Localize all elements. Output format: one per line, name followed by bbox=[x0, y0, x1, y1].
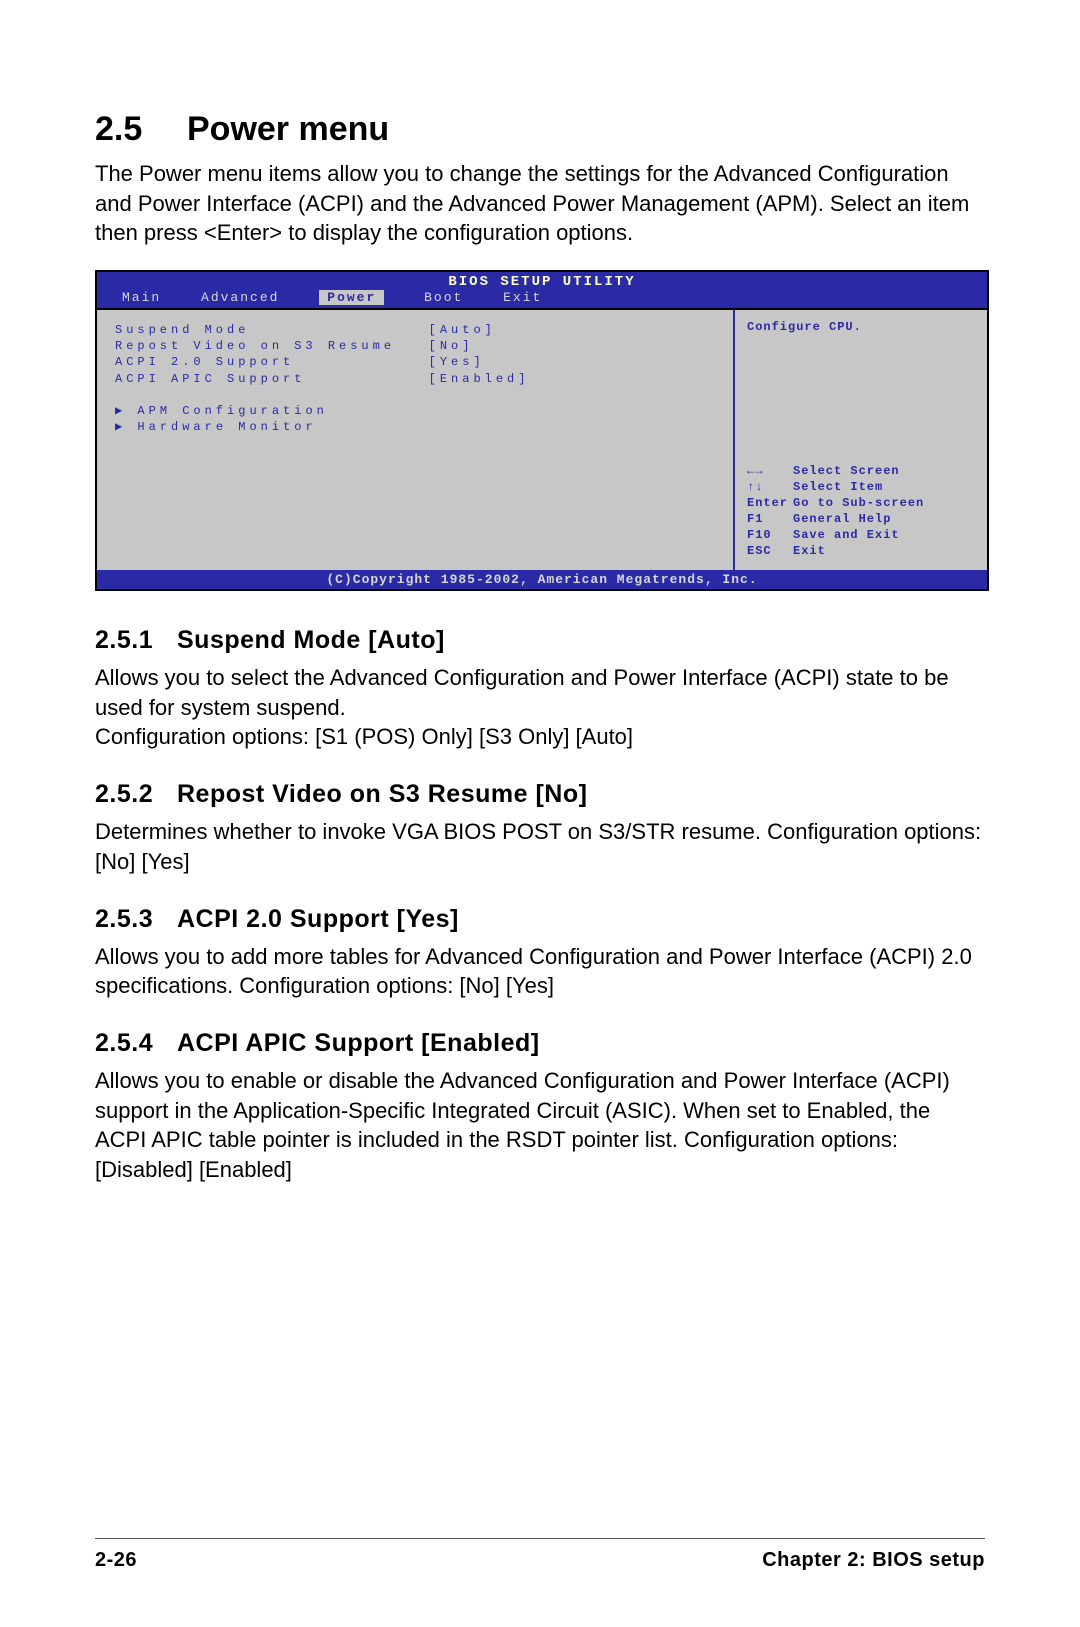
bios-menu-advanced: Advanced bbox=[201, 290, 279, 305]
bios-key-action: General Help bbox=[793, 512, 891, 526]
page-number: 2-26 bbox=[95, 1549, 137, 1572]
bios-menu-power: Power bbox=[319, 290, 384, 305]
subsection-body: Allows you to enable or disable the Adva… bbox=[95, 1066, 985, 1185]
page-footer: 2-26 Chapter 2: BIOS setup bbox=[95, 1538, 985, 1572]
bios-copyright: (C)Copyright 1985-2002, American Megatre… bbox=[97, 570, 987, 589]
bios-key: F10 bbox=[747, 528, 793, 542]
bios-menu-boot: Boot bbox=[424, 290, 463, 305]
bios-key: ESC bbox=[747, 544, 793, 558]
bios-key-row: ←→Select Screen bbox=[747, 464, 977, 478]
subsection-heading: 2.5.1Suspend Mode [Auto] bbox=[95, 626, 985, 655]
bios-screenshot: BIOS SETUP UTILITY Main Advanced Power B… bbox=[95, 270, 989, 591]
bios-key-row: ↑↓Select Item bbox=[747, 480, 977, 494]
bios-key-action: Select Screen bbox=[793, 464, 900, 478]
subsection-body: Allows you to add more tables for Advanc… bbox=[95, 942, 985, 1001]
subsection-number: 2.5.1 bbox=[95, 626, 177, 655]
subsection-title: Repost Video on S3 Resume [No] bbox=[177, 780, 587, 808]
subsection-body: Determines whether to invoke VGA BIOS PO… bbox=[95, 817, 985, 876]
subsection-title: ACPI 2.0 Support [Yes] bbox=[177, 905, 459, 933]
bios-key-action: Select Item bbox=[793, 480, 883, 494]
subsection-heading: 2.5.3ACPI 2.0 Support [Yes] bbox=[95, 905, 985, 934]
bios-title: BIOS SETUP UTILITY bbox=[97, 272, 987, 290]
bios-key-row: F10Save and Exit bbox=[747, 528, 977, 542]
bios-key-action: Go to Sub-screen bbox=[793, 496, 924, 510]
subsection-body: Allows you to select the Advanced Config… bbox=[95, 663, 985, 752]
bios-help-panel: Configure CPU. ←→Select Screen↑↓Select I… bbox=[733, 310, 987, 570]
bios-key-legend: ←→Select Screen↑↓Select ItemEnterGo to S… bbox=[747, 464, 977, 560]
subsection-number: 2.5.4 bbox=[95, 1029, 177, 1058]
bios-settings-panel: Suspend Mode [Auto] Repost Video on S3 R… bbox=[97, 310, 733, 570]
bios-body: Suspend Mode [Auto] Repost Video on S3 R… bbox=[97, 308, 987, 570]
bios-key-row: EnterGo to Sub-screen bbox=[747, 496, 977, 510]
subsection-title: Suspend Mode [Auto] bbox=[177, 626, 445, 654]
bios-menu-bar: Main Advanced Power Boot Exit bbox=[97, 290, 987, 308]
bios-menu-exit: Exit bbox=[503, 290, 542, 305]
intro-paragraph: The Power menu items allow you to change… bbox=[95, 159, 985, 248]
bios-key-row: ESCExit bbox=[747, 544, 977, 558]
bios-key-row: F1General Help bbox=[747, 512, 977, 526]
bios-key: Enter bbox=[747, 496, 793, 510]
bios-key: ←→ bbox=[747, 464, 793, 478]
chapter-label: Chapter 2: BIOS setup bbox=[762, 1549, 985, 1572]
section-number: 2.5 bbox=[95, 110, 187, 149]
bios-key-action: Exit bbox=[793, 544, 826, 558]
subsection-number: 2.5.2 bbox=[95, 780, 177, 809]
subsection-number: 2.5.3 bbox=[95, 905, 177, 934]
bios-key: F1 bbox=[747, 512, 793, 526]
subsection-heading: 2.5.4ACPI APIC Support [Enabled] bbox=[95, 1029, 985, 1058]
subsection-heading: 2.5.2Repost Video on S3 Resume [No] bbox=[95, 780, 985, 809]
bios-key-action: Save and Exit bbox=[793, 528, 900, 542]
bios-key: ↑↓ bbox=[747, 480, 793, 494]
section-heading: 2.5Power menu bbox=[95, 110, 985, 149]
subsection-title: ACPI APIC Support [Enabled] bbox=[177, 1029, 540, 1057]
bios-help-text: Configure CPU. bbox=[747, 320, 977, 334]
section-title: Power menu bbox=[187, 110, 389, 148]
bios-menu-main: Main bbox=[122, 290, 161, 305]
